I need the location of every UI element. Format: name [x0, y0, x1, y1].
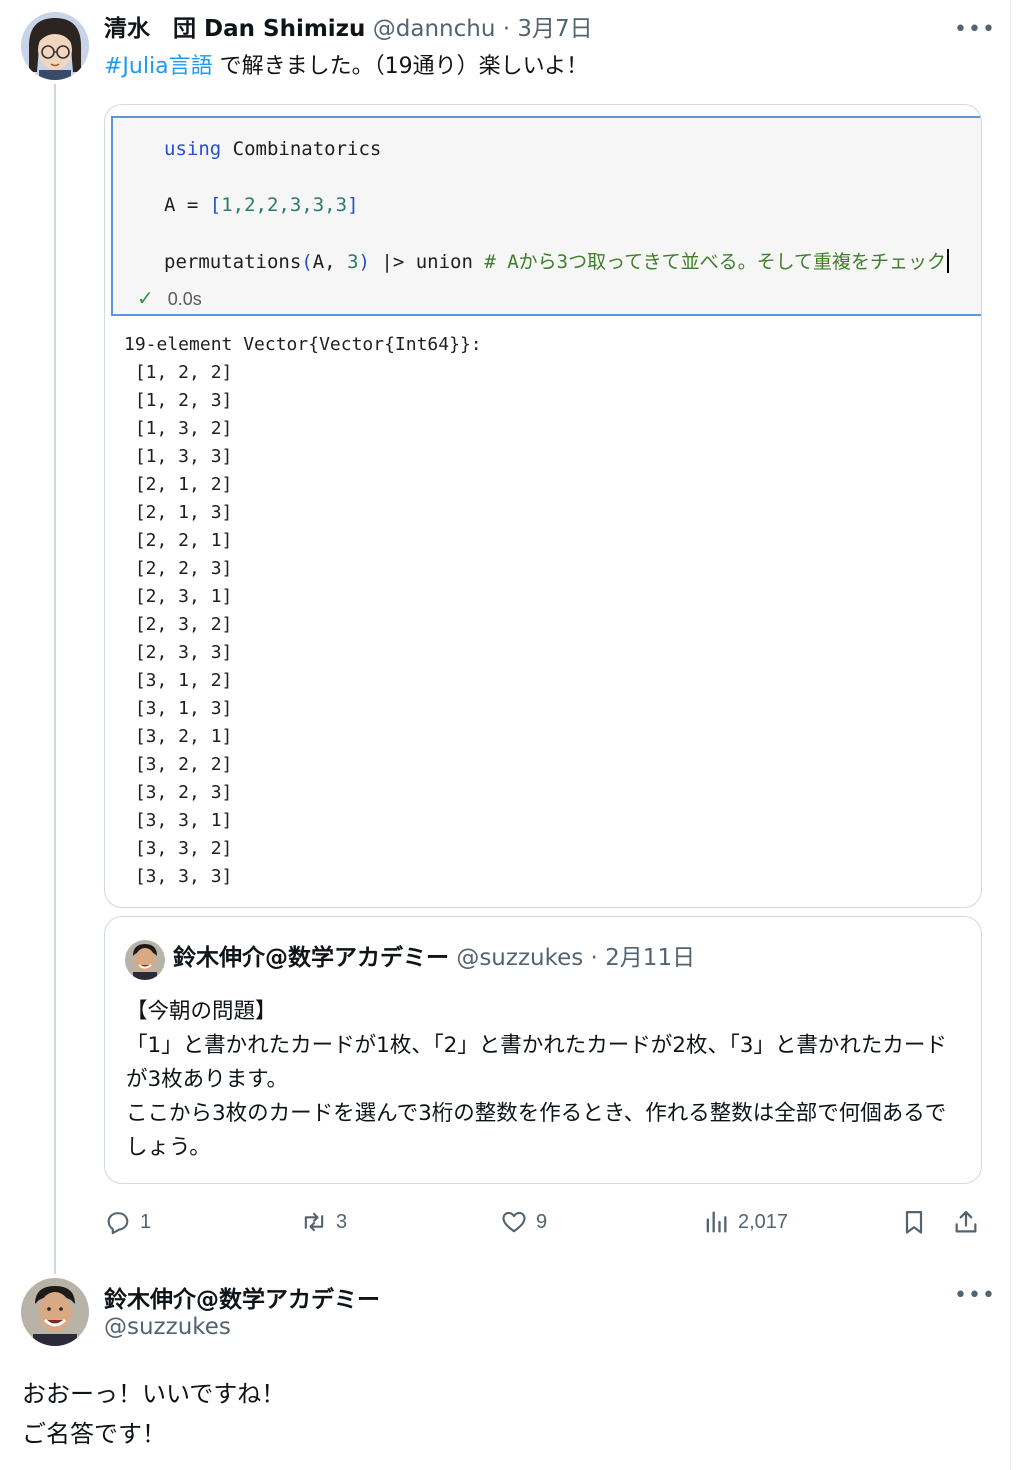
code-text: |> union: [369, 251, 485, 273]
quoted-author-name[interactable]: 鈴木伸介@数学アカデミー: [173, 945, 449, 971]
reply-icon: [107, 1212, 129, 1235]
code-keyword: using: [164, 138, 222, 160]
like-count: 9: [536, 1210, 548, 1233]
output-row: [2, 1, 3]: [124, 502, 233, 523]
output-row: [3, 1, 3]: [124, 698, 233, 719]
output-row: [1, 3, 2]: [124, 418, 233, 439]
hashtag-link[interactable]: #Julia言語: [104, 54, 213, 79]
output-row: [3, 3, 2]: [124, 838, 233, 859]
output-row: [3, 3, 3]: [124, 866, 233, 887]
author-name[interactable]: 清水 団 Dan Shimizu: [104, 16, 365, 42]
output-header: 19-element Vector{Vector{Int64}}:: [124, 334, 482, 355]
quoted-tweet-header: 鈴木伸介@数学アカデミー @suzzukes · 2月11日: [173, 942, 695, 974]
reply-button[interactable]: 1: [104, 1204, 151, 1240]
bookmark-icon: [905, 1210, 923, 1234]
share-button[interactable]: [952, 1204, 988, 1240]
reply-author-name[interactable]: 鈴木伸介@数学アカデミー: [104, 1280, 380, 1314]
quoted-author-handle[interactable]: @suzzukes: [456, 945, 583, 971]
code-cell: using Combinatorics A = [1,2,2,3,3,3] pe…: [111, 116, 981, 316]
output-row: [1, 2, 3]: [124, 390, 233, 411]
share-icon: [955, 1210, 977, 1233]
quoted-line: ここから3枚のカードを選んで3桁の整数を作るとき、作れる整数は全部で何個あるでし…: [126, 1101, 947, 1160]
tweet-date[interactable]: 3月7日: [517, 16, 592, 42]
code-bracket: ): [358, 251, 370, 273]
output-row: [1, 2, 2]: [124, 362, 233, 383]
code-comment: # Aから3つ取ってきて並べる。そして重複をチェック: [484, 251, 947, 273]
reply-text: おおーっ！いいですね！ ご名答です！: [22, 1380, 286, 1448]
output-row: [3, 2, 3]: [124, 782, 233, 803]
code-bracket: [: [209, 194, 222, 216]
more-options-icon[interactable]: •••: [954, 19, 995, 41]
reply-author-handle[interactable]: @suzzukes: [104, 1314, 231, 1340]
output-row: [1, 3, 3]: [124, 446, 233, 467]
column-divider: [1010, 0, 1011, 1470]
retweet-count: 3: [336, 1210, 348, 1233]
heart-icon: [502, 1211, 526, 1233]
output-row: [2, 3, 2]: [124, 614, 233, 635]
code-text: A,: [312, 251, 348, 273]
thread-connector-line: [54, 84, 56, 1274]
code-line-2: A = [1,2,2,3,3,3]: [164, 193, 359, 217]
output-row: [2, 2, 1]: [124, 530, 233, 551]
output-row: [3, 1, 2]: [124, 670, 233, 691]
execution-time: 0.0s: [167, 289, 202, 309]
suzzukes-avatar-small[interactable]: [125, 940, 165, 980]
quoted-tweet[interactable]: 鈴木伸介@数学アカデミー @suzzukes · 2月11日 【今朝の問題】 「…: [104, 916, 982, 1184]
header-separator: ·: [590, 945, 598, 971]
quoted-line: 【今朝の問題】: [126, 999, 277, 1024]
quoted-tweet-text: 【今朝の問題】 「1」と書かれたカードが1枚、「2」と書かれたカードが2枚、「3…: [126, 995, 966, 1165]
author-handle[interactable]: @dannchu: [373, 16, 496, 42]
code-line-3: permutations(A, 3) |> union # Aから3つ取ってきて…: [164, 249, 950, 274]
suzzukes-avatar[interactable]: [21, 1278, 89, 1346]
code-line-1: using Combinatorics: [164, 137, 381, 161]
code-numbers: 1,2,2,3,3,3: [221, 194, 348, 216]
bookmark-button[interactable]: [900, 1204, 936, 1240]
check-icon: ✓: [137, 288, 154, 310]
output-row: [2, 3, 3]: [124, 642, 233, 663]
text-cursor: [947, 249, 950, 273]
retweet-button[interactable]: 3: [300, 1204, 347, 1240]
quoted-line: 「1」と書かれたカードが1枚、「2」と書かれたカードが2枚、「3」と書かれたカー…: [126, 1033, 947, 1092]
output-row: [2, 2, 3]: [124, 558, 233, 579]
tweet-text-body: で解きました。（19通り）楽しいよ！: [212, 54, 589, 79]
code-text: A =: [164, 194, 210, 216]
retweet-icon: [304, 1212, 324, 1232]
views-count: 2,017: [738, 1210, 789, 1233]
header-separator: ·: [502, 16, 511, 42]
like-button[interactable]: 9: [500, 1204, 547, 1240]
output-row: [3, 2, 1]: [124, 726, 233, 747]
output-row: [2, 1, 2]: [124, 474, 233, 495]
execution-status: ✓ 0.0s: [137, 286, 202, 311]
attached-image[interactable]: using Combinatorics A = [1,2,2,3,3,3] pe…: [104, 104, 982, 908]
quoted-tweet-date[interactable]: 2月11日: [605, 945, 695, 971]
cell-output: 19-element Vector{Vector{Int64}}: [1, 2,…: [124, 331, 482, 891]
output-row: [3, 3, 1]: [124, 810, 233, 831]
tweet-actions: 1 3 9 2,017: [104, 1204, 982, 1240]
code-text: Combinatorics: [221, 138, 382, 160]
more-options-icon[interactable]: •••: [954, 1285, 995, 1307]
code-bracket: ]: [347, 194, 359, 216]
output-row: [3, 2, 2]: [124, 754, 233, 775]
output-row: [2, 3, 1]: [124, 586, 233, 607]
dannchu-avatar[interactable]: [21, 12, 89, 80]
code-number: 3: [347, 251, 359, 273]
tweet-text: #Julia言語 で解きました。（19通り）楽しいよ！: [104, 52, 588, 82]
code-bracket: (: [301, 251, 313, 273]
tweet-header: 清水 団 Dan Shimizu @dannchu · 3月7日: [104, 14, 593, 44]
reply-count: 1: [140, 1210, 152, 1233]
views-icon: [706, 1211, 727, 1233]
code-function: permutations: [164, 251, 302, 273]
views-button[interactable]: 2,017: [702, 1204, 788, 1240]
